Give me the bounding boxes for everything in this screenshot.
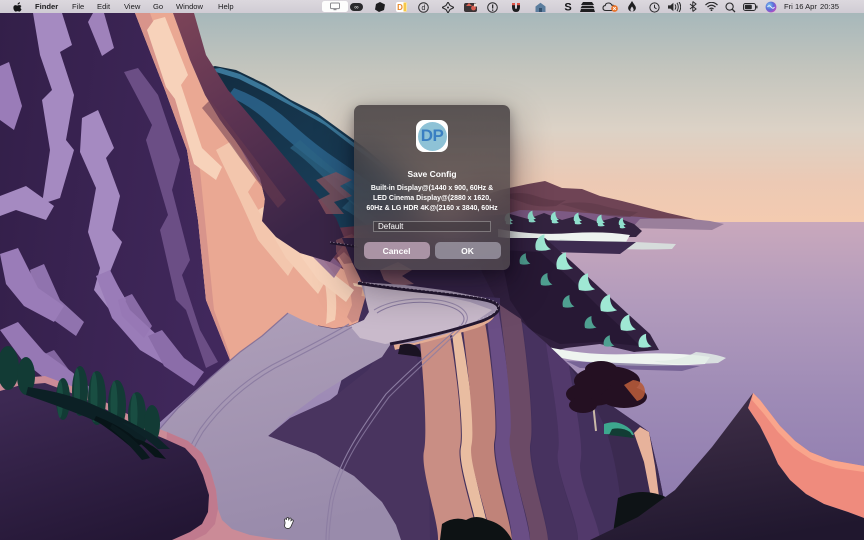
- svg-text:d: d: [422, 5, 426, 12]
- svg-text:D: D: [397, 3, 403, 12]
- svg-text:S: S: [564, 2, 571, 13]
- svg-text:∞: ∞: [354, 5, 358, 11]
